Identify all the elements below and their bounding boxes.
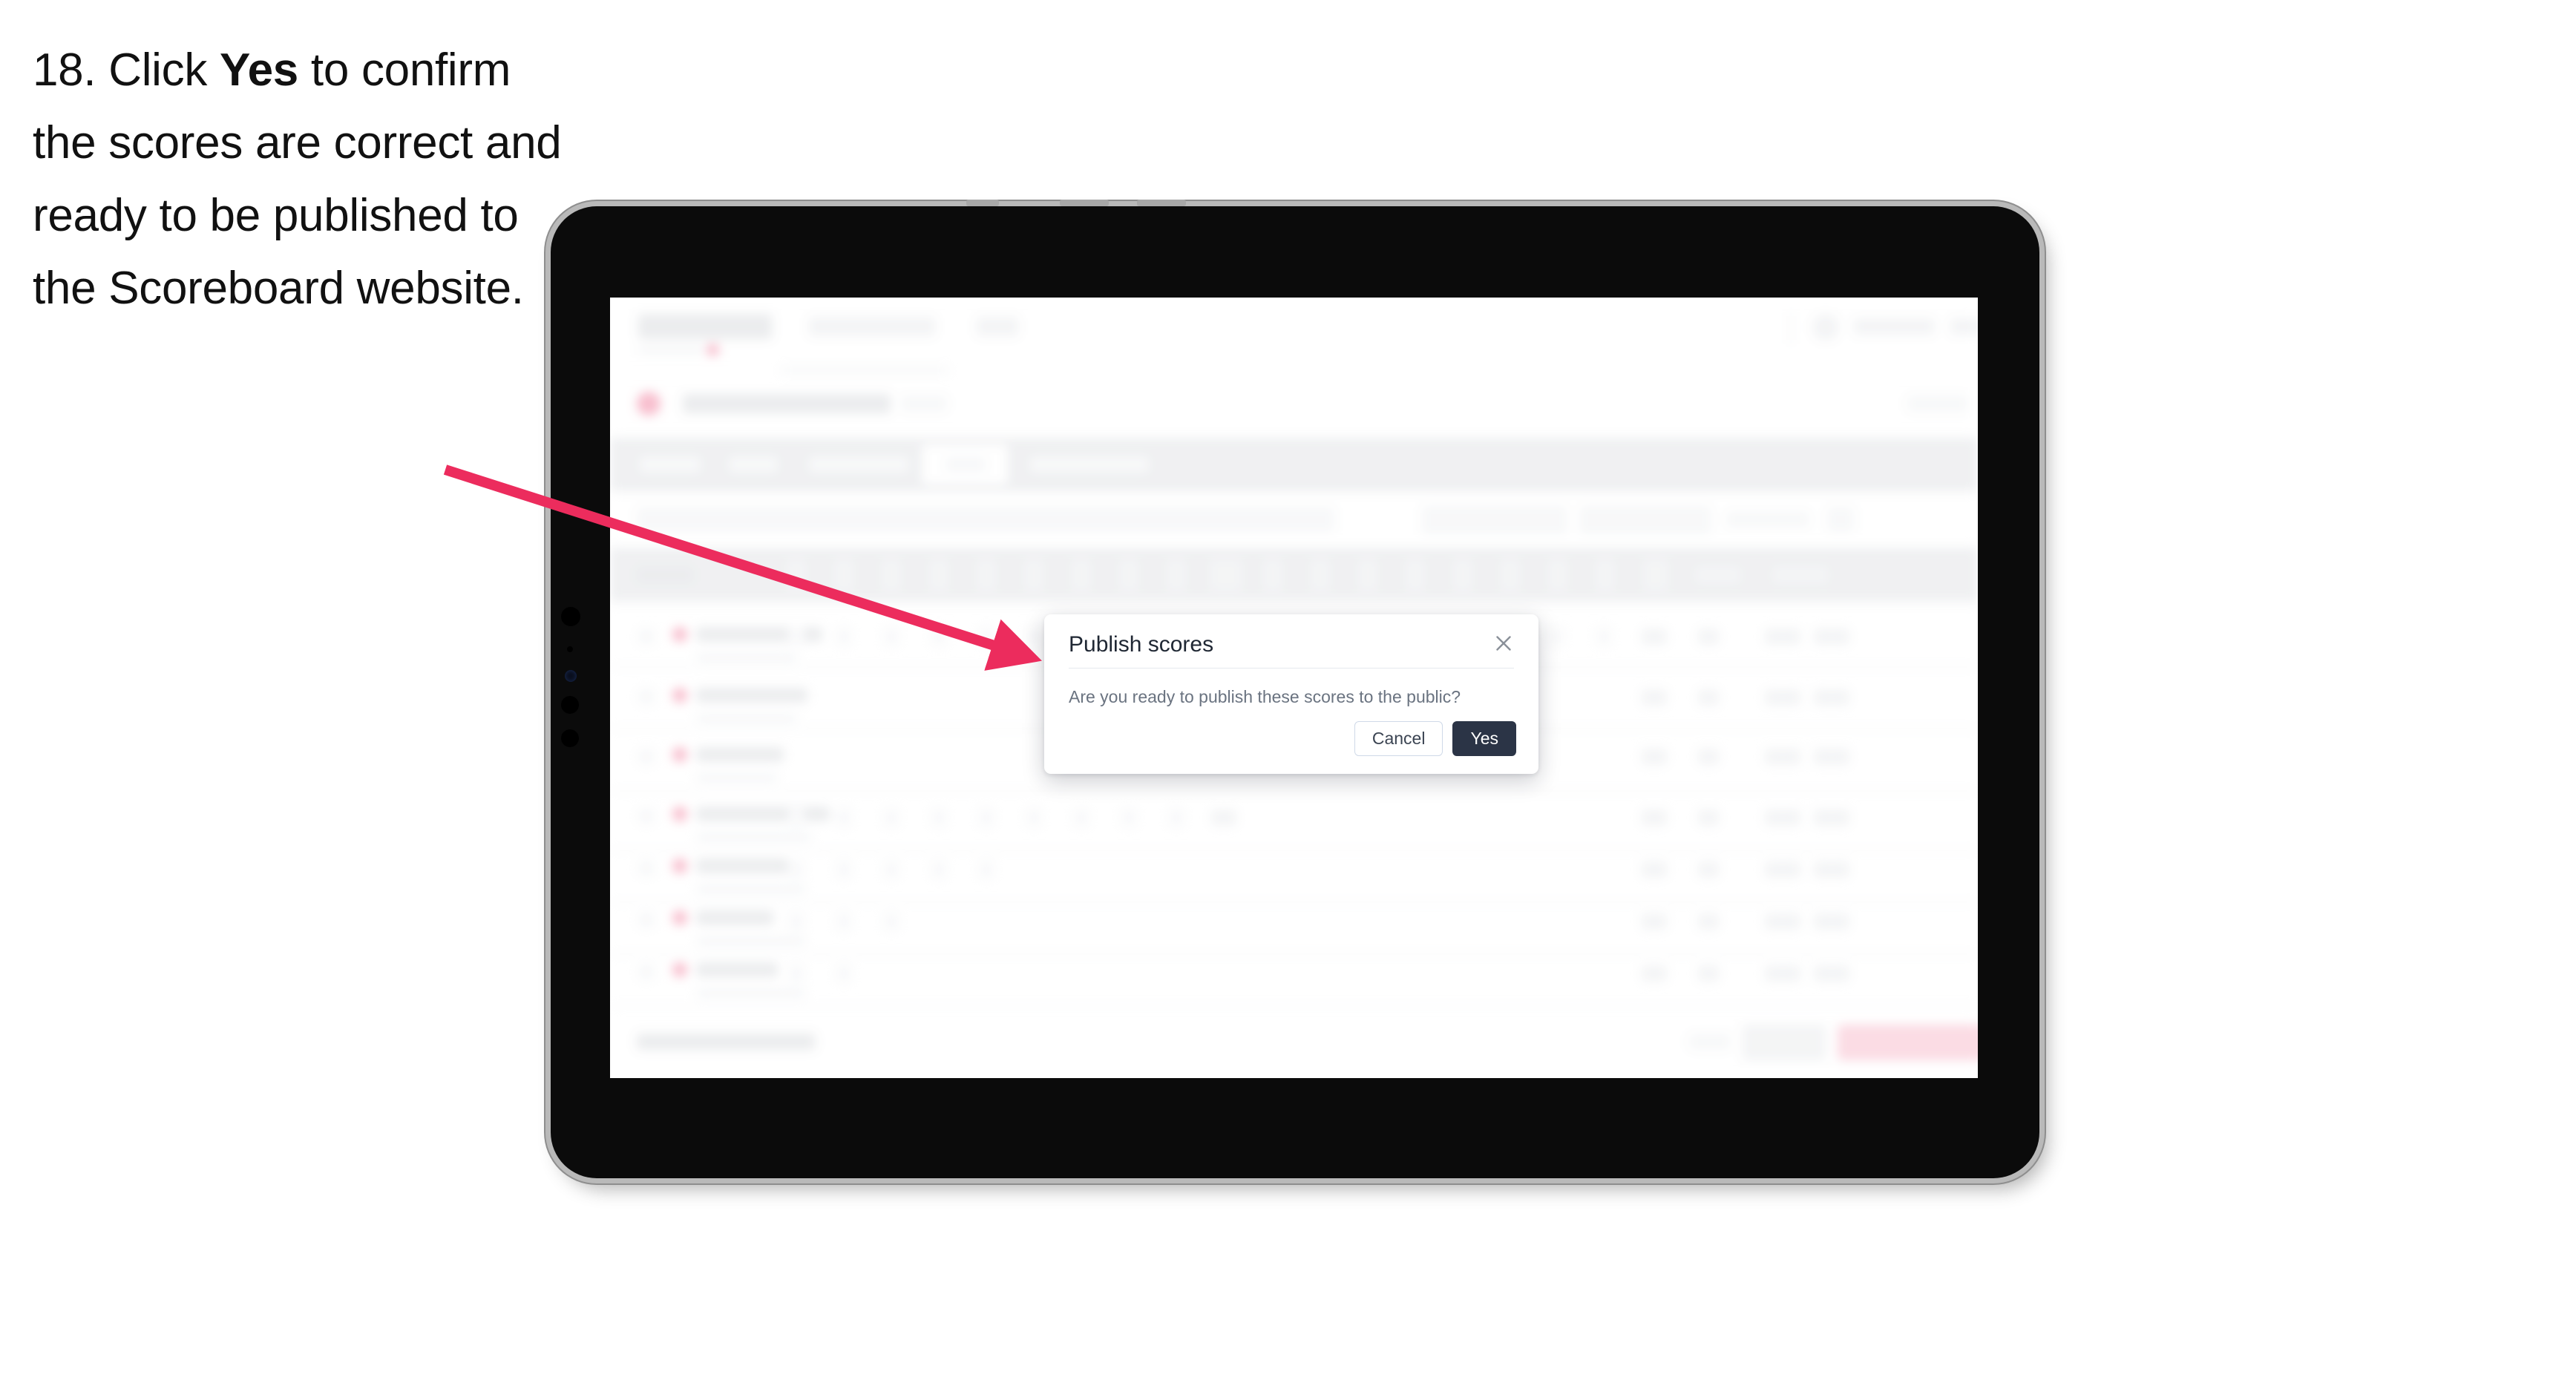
ambient-sensor [561, 729, 579, 747]
close-icon[interactable] [1491, 631, 1516, 656]
instruction-bold-word: Yes [219, 45, 298, 96]
volume-up-button [1060, 200, 1109, 206]
publish-scores-dialog: Publish scores Are you ready to publish … [1044, 614, 1538, 774]
cancel-button[interactable]: Cancel [1354, 721, 1443, 756]
instruction-lead: Click [108, 45, 220, 96]
microphone [561, 696, 579, 714]
dialog-title: Publish scores [1069, 632, 1214, 657]
yes-button[interactable]: Yes [1452, 721, 1516, 756]
front-camera [561, 607, 580, 626]
proximity-sensor [567, 646, 573, 652]
dialog-message: Are you ready to publish these scores to… [1069, 687, 1461, 706]
power-button [966, 200, 999, 206]
dialog-divider [1069, 668, 1514, 669]
camera-lens [565, 670, 577, 682]
instruction-text: 18. Click Yes to confirm the scores are … [33, 34, 574, 325]
dialog-actions: Cancel Yes [1354, 721, 1516, 756]
step-number: 18. [33, 45, 96, 96]
volume-down-button [1137, 200, 1186, 206]
